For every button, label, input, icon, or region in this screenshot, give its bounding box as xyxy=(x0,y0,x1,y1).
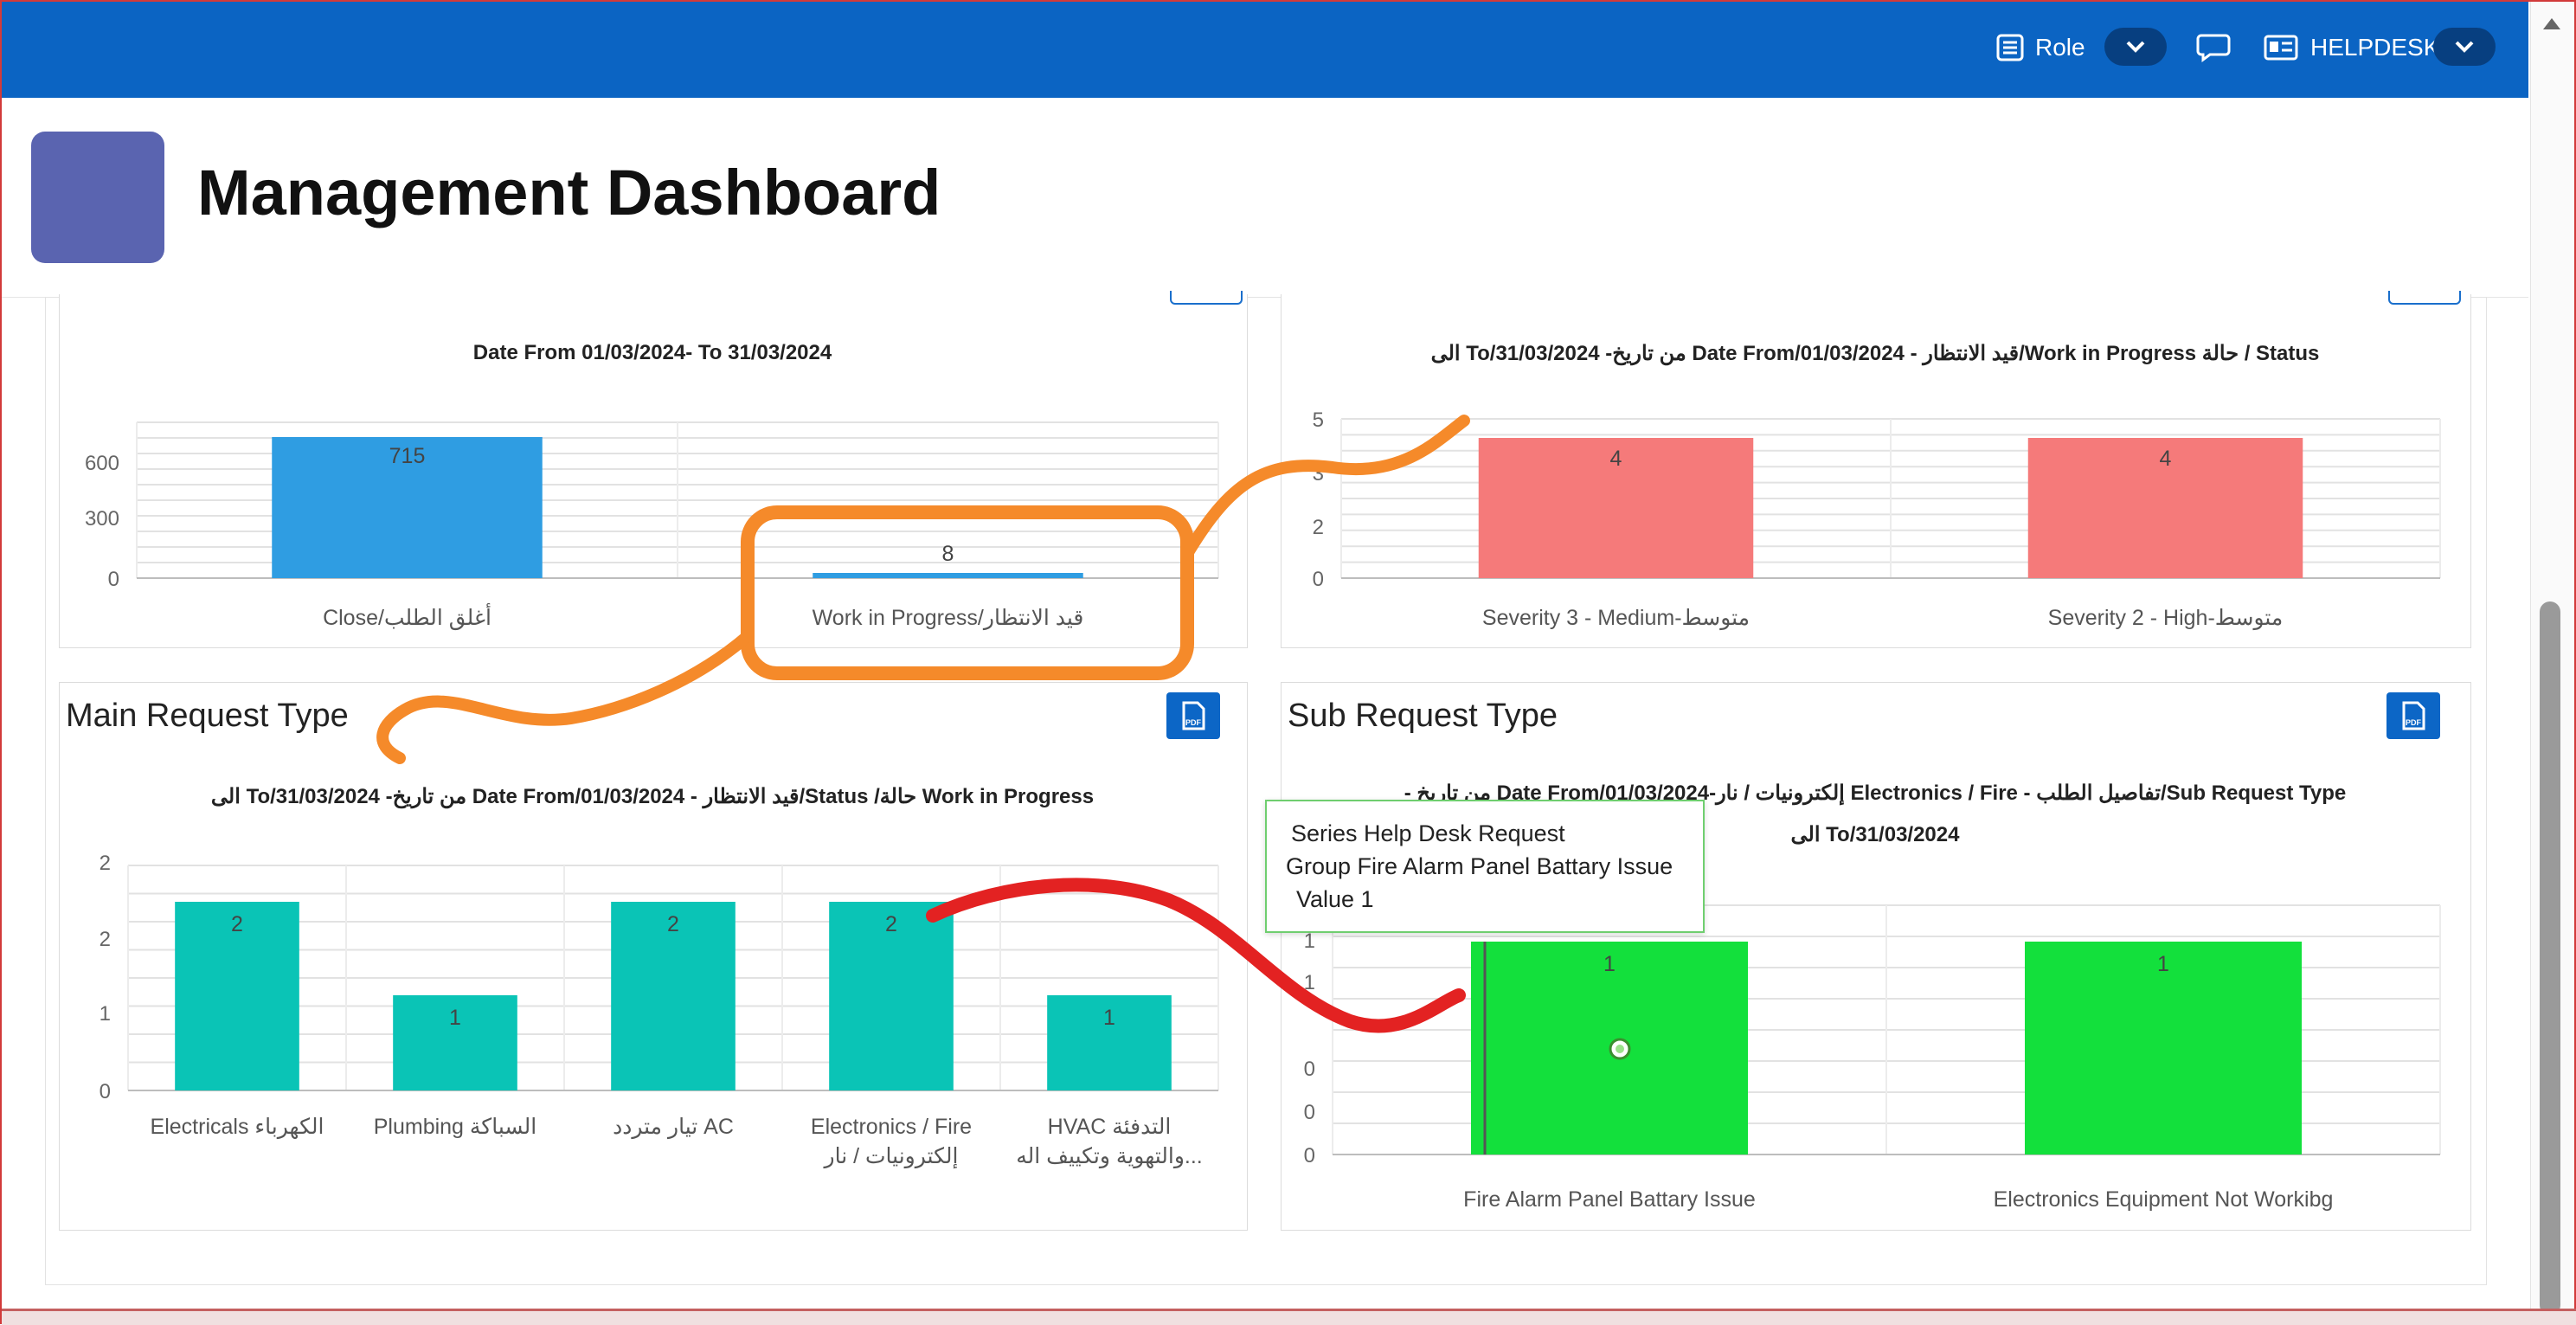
x-category-label: إلكترونيات / نار xyxy=(823,1144,959,1169)
chart-title: الى To/31/03/2024 -من تاريخ Date From/01… xyxy=(1430,342,2320,365)
role-dropdown-button[interactable] xyxy=(2104,28,2167,66)
hover-marker-dot xyxy=(1616,1045,1624,1053)
tooltip-series: Series Help Desk Request xyxy=(1291,820,1565,846)
bottom-border xyxy=(2,1309,2576,1325)
x-category-label: HVAC التدفئة xyxy=(1048,1115,1172,1139)
role-menu[interactable]: Role xyxy=(1995,26,2085,69)
chevron-down-icon xyxy=(2126,41,2145,53)
tooltip-value: Value 1 xyxy=(1296,886,1374,912)
y-tick-label: 0 xyxy=(100,1080,111,1103)
pdf-export-button[interactable]: PDF xyxy=(2386,692,2440,739)
tooltip-group: Group Fire Alarm Panel Battary Issue xyxy=(1286,853,1673,879)
role-label: Role xyxy=(2035,34,2085,61)
bar-value-label: 715 xyxy=(389,444,426,468)
x-category-label: Electronics Equipment Not Workibg xyxy=(1994,1187,2334,1212)
pdf-button-partial[interactable] xyxy=(1170,291,1243,305)
app-logo xyxy=(31,132,164,263)
y-tick-label: 0 xyxy=(1304,1144,1315,1167)
chat-button[interactable] xyxy=(2196,26,2231,69)
bar-value-label: 4 xyxy=(2160,447,2172,471)
x-category-label: Plumbing السباكة xyxy=(374,1115,537,1139)
y-tick-label: 600 xyxy=(85,452,119,475)
bar-value-label: 2 xyxy=(667,912,679,936)
x-category-label: تيار متردد AC xyxy=(613,1115,734,1140)
main-request-type-chart: 0 1 2 2 2 Electricals الكهرباء 1 Plumbing السبا… xyxy=(100,852,1219,1169)
bar-value-label: 1 xyxy=(1103,1006,1115,1030)
page-title: Management Dashboard xyxy=(197,157,941,228)
chart-tooltip: Series Help Desk Request Group Fire Alar… xyxy=(1265,800,1705,933)
chart-title: الى To/31/03/2024 -من تاريخ Date From/01… xyxy=(210,785,1095,808)
chevron-down-icon xyxy=(2455,41,2474,53)
bar-value-label: 1 xyxy=(449,1006,461,1030)
svg-text:PDF: PDF xyxy=(1185,718,1202,727)
y-tick-label: 1 xyxy=(100,1002,111,1026)
x-category-label: Severity 3 - Medium-متوسط xyxy=(1482,606,1750,631)
pdf-icon: PDF xyxy=(1182,701,1205,730)
severity-chart: 0 2 3 5 4 Severity 3 - Medium-متوسط 4 Severity … xyxy=(1313,408,2441,631)
pdf-button-partial[interactable] xyxy=(2388,291,2461,305)
chart-title: Date From 01/03/2024- To 31/03/2024 xyxy=(472,341,832,364)
y-tick-label: 1 xyxy=(1304,971,1315,994)
x-category-label: Electronics / Fire xyxy=(811,1115,972,1139)
bar xyxy=(813,573,1083,578)
y-tick-label: 1 xyxy=(1304,929,1315,953)
panel-title: Main Request Type xyxy=(66,698,349,734)
y-tick-label: 5 xyxy=(1313,408,1324,432)
y-tick-label: 0 xyxy=(108,568,119,591)
x-category-label: Fire Alarm Panel Battary Issue xyxy=(1463,1187,1756,1212)
bar-value-label: 4 xyxy=(1610,447,1622,471)
x-category-label: Close/أغلق الطلب xyxy=(323,602,491,631)
id-card-icon xyxy=(2264,34,2298,61)
x-category-label: Electricals الكهرباء xyxy=(151,1115,324,1140)
pdf-icon: PDF xyxy=(2402,701,2425,730)
scrollbar-thumb[interactable] xyxy=(2540,601,2560,1315)
y-tick-label: 3 xyxy=(1313,462,1324,486)
chat-icon xyxy=(2196,32,2231,63)
y-tick-label: 2 xyxy=(100,928,111,951)
x-category-label: Severity 2 - High-متوسط xyxy=(2048,606,2284,631)
panel-title: Sub Request Type xyxy=(1288,698,1558,734)
x-category-label: Work in Progress/قيد الانتظار xyxy=(813,606,1084,631)
bar-value-label: 8 xyxy=(942,542,954,566)
list-icon xyxy=(1995,33,2025,62)
y-tick-label: 2 xyxy=(1313,516,1324,539)
user-dropdown-button[interactable] xyxy=(2433,28,2496,66)
y-tick-label: 0 xyxy=(1304,1101,1315,1124)
y-tick-label: 0 xyxy=(1313,568,1324,591)
status-summary-chart: 0 300 600 715 Close/أغلق الطلب 8 Work in Progr… xyxy=(85,421,1219,631)
user-label: HELPDESK xyxy=(2310,34,2440,61)
user-menu[interactable]: HELPDESK xyxy=(2264,26,2439,69)
bar-value-label: 2 xyxy=(231,912,243,936)
bar-value-label: 2 xyxy=(885,912,897,936)
svg-text:PDF: PDF xyxy=(2406,718,2422,727)
pdf-export-button[interactable]: PDF xyxy=(1166,692,1220,739)
x-category-label: والتهوية وتكييف اله... xyxy=(1016,1144,1203,1169)
bar-value-label: 1 xyxy=(1603,952,1616,976)
y-tick-label: 300 xyxy=(85,507,119,531)
scroll-up-arrow-icon[interactable] xyxy=(2541,16,2563,33)
y-tick-label: 0 xyxy=(1304,1058,1315,1081)
y-tick-label: 2 xyxy=(100,852,111,875)
bar-value-label: 1 xyxy=(2157,952,2169,976)
